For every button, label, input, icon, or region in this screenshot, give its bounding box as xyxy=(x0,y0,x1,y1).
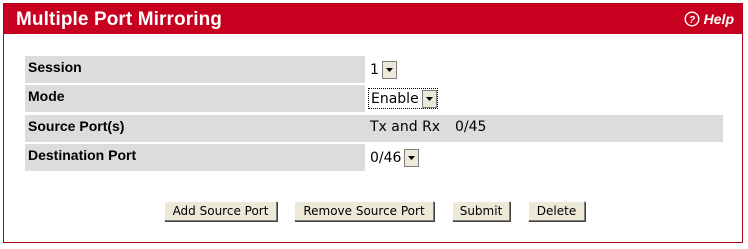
destination-port-label: Destination Port xyxy=(25,144,365,171)
session-selected-value: 1 xyxy=(370,62,379,78)
source-ports-port: 0/45 xyxy=(455,119,487,135)
session-value-cell: 1 xyxy=(368,56,723,83)
source-ports-direction: Tx and Rx xyxy=(370,119,441,135)
title-bar: Multiple Port Mirroring ? Help xyxy=(4,4,742,34)
destination-port-row: Destination Port 0/46 xyxy=(25,144,723,171)
svg-text:?: ? xyxy=(689,15,695,26)
source-ports-row: Source Port(s) Tx and Rx 0/45 xyxy=(25,115,723,142)
mode-dropdown-button[interactable] xyxy=(421,89,437,108)
remove-source-port-button[interactable]: Remove Source Port xyxy=(294,201,434,221)
action-buttons: Add Source Port Remove Source Port Submi… xyxy=(4,201,742,221)
mode-selected-value: Enable xyxy=(371,90,419,107)
multiple-port-mirroring-panel: Multiple Port Mirroring ? Help Session 1… xyxy=(3,3,743,243)
submit-button[interactable]: Submit xyxy=(452,201,510,221)
session-dropdown-button[interactable] xyxy=(381,61,397,79)
source-ports-value-cell: Tx and Rx 0/45 xyxy=(368,115,723,142)
session-select[interactable]: 1 xyxy=(370,60,397,80)
destination-port-dropdown-button[interactable] xyxy=(404,149,420,167)
destination-port-value-cell: 0/46 xyxy=(368,144,723,171)
chevron-down-icon xyxy=(408,156,416,160)
add-source-port-button[interactable]: Add Source Port xyxy=(164,201,277,221)
question-circle-icon: ? xyxy=(684,11,700,27)
mode-select[interactable]: Enable xyxy=(368,88,438,109)
chevron-down-icon xyxy=(385,68,393,72)
chevron-down-icon xyxy=(425,96,433,101)
help-label: Help xyxy=(703,11,734,27)
mode-label: Mode xyxy=(25,85,365,112)
help-link[interactable]: ? Help xyxy=(684,11,734,27)
session-label: Session xyxy=(25,56,365,83)
destination-port-selected-value: 0/46 xyxy=(370,150,402,166)
page-title: Multiple Port Mirroring xyxy=(16,9,223,30)
delete-button[interactable]: Delete xyxy=(528,201,585,221)
mode-value-cell: Enable xyxy=(368,85,723,112)
destination-port-select[interactable]: 0/46 xyxy=(370,148,420,168)
mode-row: Mode Enable xyxy=(25,85,723,112)
source-ports-label: Source Port(s) xyxy=(25,115,365,142)
session-row: Session 1 xyxy=(25,56,723,83)
